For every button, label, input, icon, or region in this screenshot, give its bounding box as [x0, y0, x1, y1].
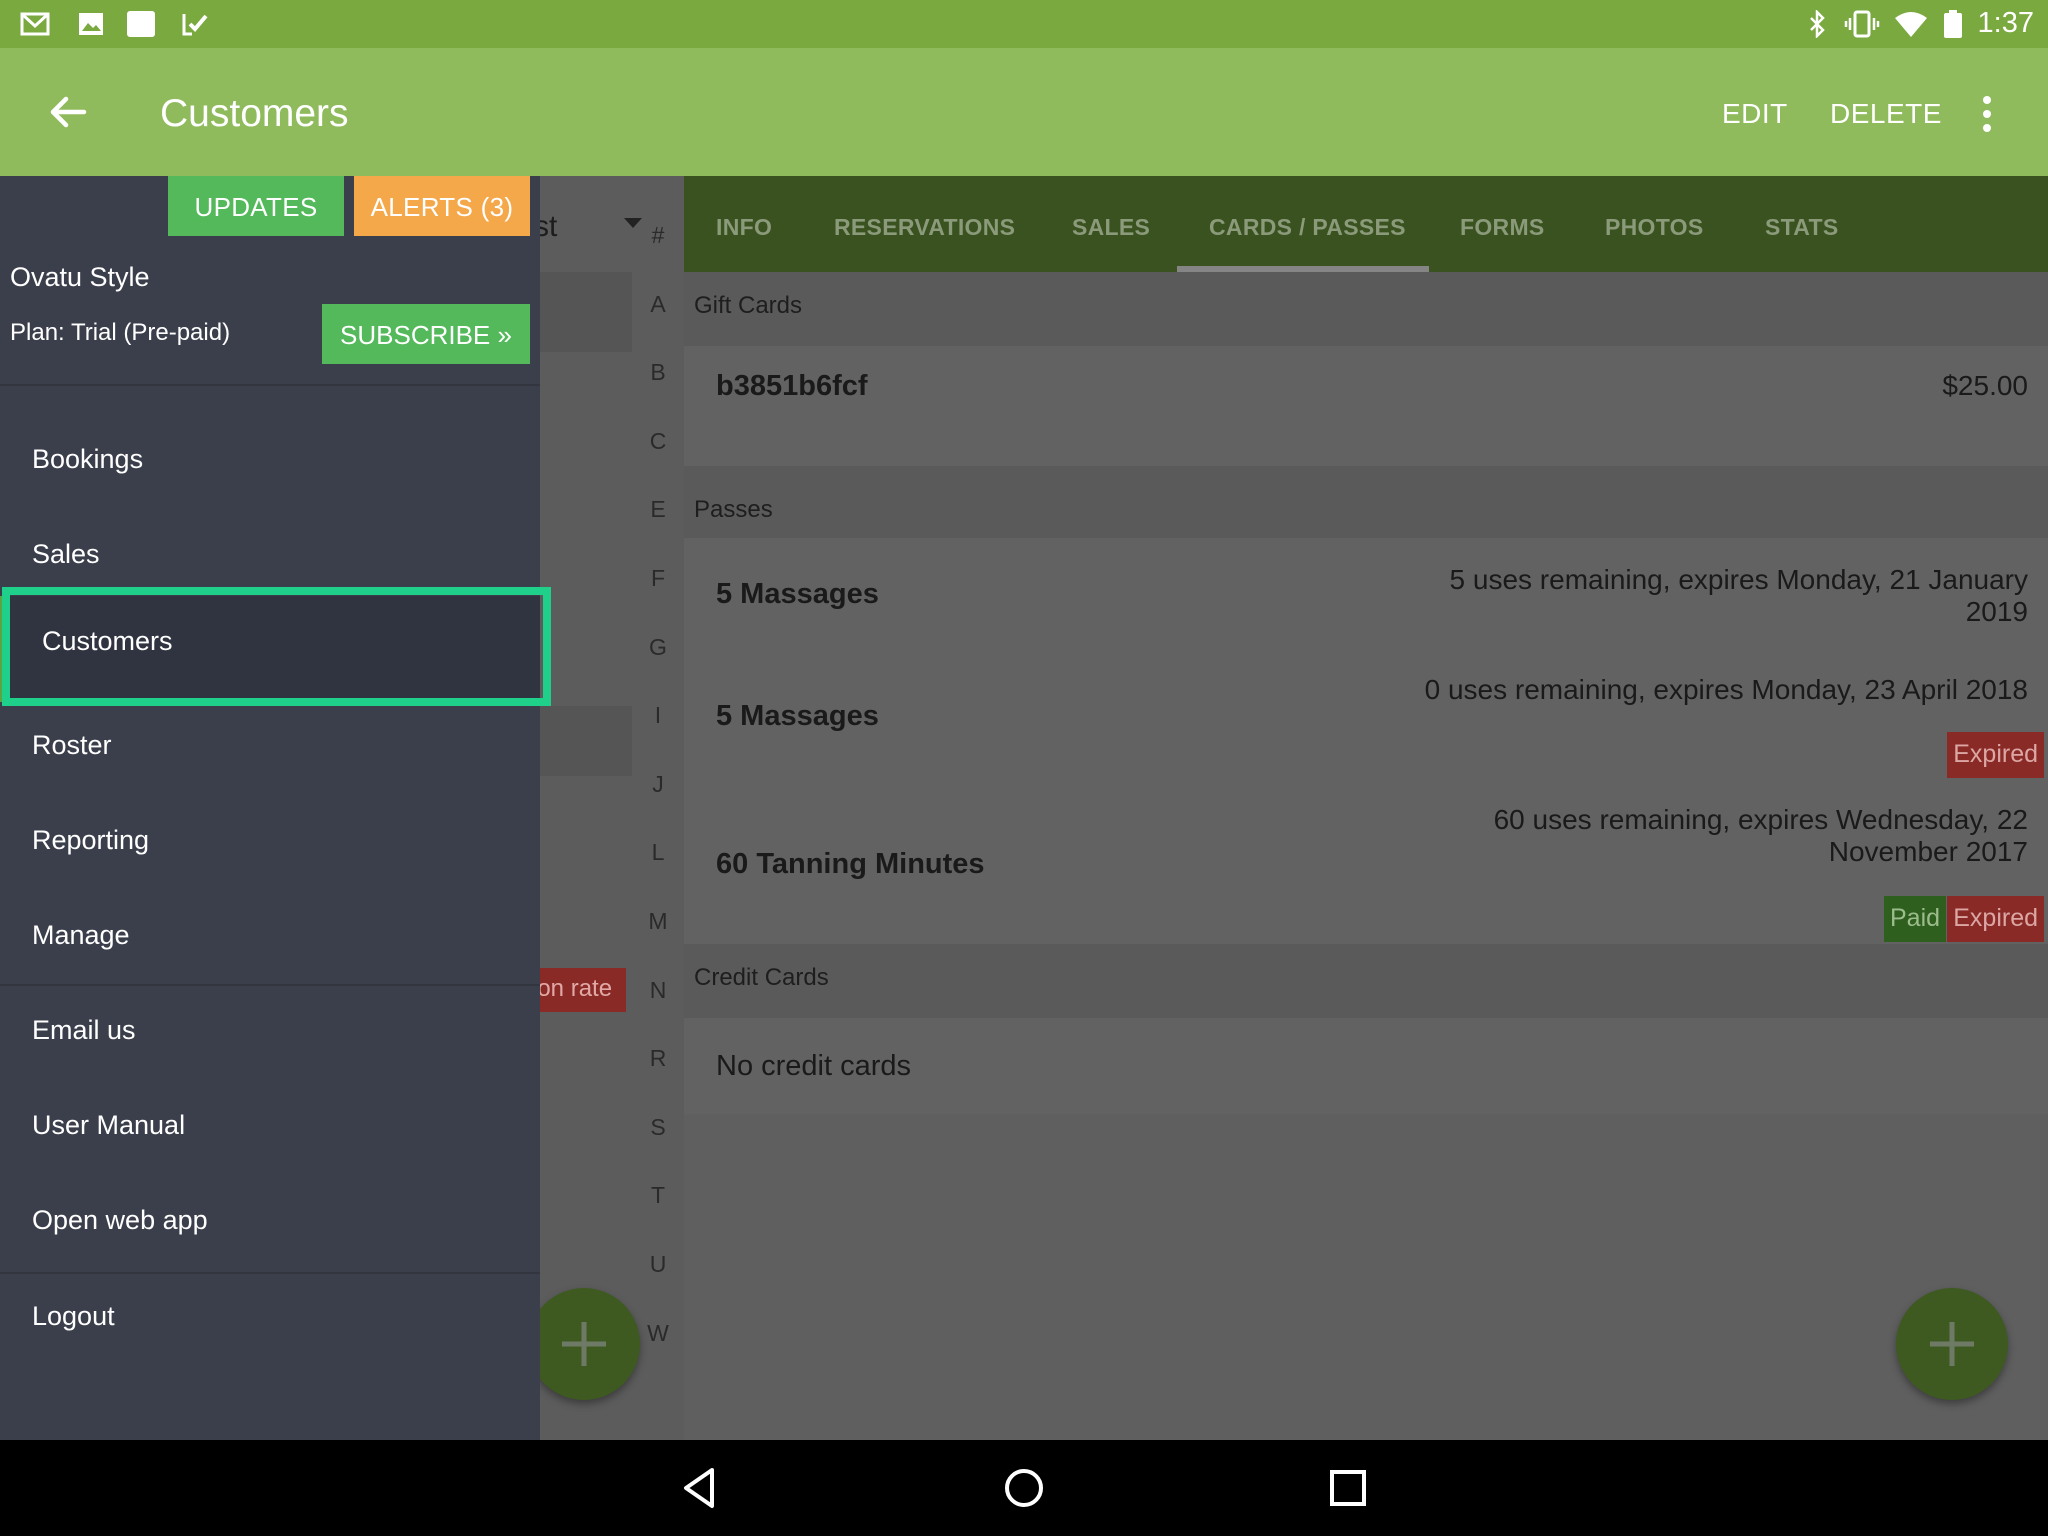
- index-letter[interactable]: S: [632, 1114, 684, 1141]
- system-nav-bar: [0, 1440, 2048, 1536]
- drawer-divider: [0, 984, 540, 986]
- drawer-item-email-us[interactable]: Email us: [0, 1001, 540, 1071]
- index-letter[interactable]: F: [632, 565, 684, 592]
- drawer-item-sales[interactable]: Sales: [0, 525, 540, 595]
- index-letter[interactable]: G: [632, 634, 684, 661]
- drawer-item-logout[interactable]: Logout: [0, 1287, 540, 1357]
- drawer-item-reporting[interactable]: Reporting: [0, 811, 540, 881]
- pass-name[interactable]: 5 Massages: [716, 700, 879, 733]
- index-letter[interactable]: L: [632, 839, 684, 866]
- nav-recents-icon[interactable]: [1324, 1464, 1372, 1512]
- page-title: Customers: [160, 92, 349, 135]
- index-letter[interactable]: N: [632, 977, 684, 1004]
- highlight-box: [2, 587, 551, 706]
- plan-label: Plan: Trial (Pre-paid): [10, 319, 231, 346]
- gmail-icon: [20, 12, 50, 36]
- gift-card-code: b3851b6fcf: [716, 370, 868, 402]
- tab-stats[interactable]: STATS: [1765, 214, 1838, 241]
- tab-reservations[interactable]: RESERVATIONS: [834, 214, 1015, 241]
- tasks-check-icon: [182, 14, 208, 36]
- index-letter[interactable]: A: [632, 291, 684, 318]
- index-letter[interactable]: B: [632, 359, 684, 386]
- alerts-button[interactable]: ALERTS (3): [354, 176, 530, 236]
- paid-badge: Paid: [1884, 896, 1947, 942]
- square-app-icon: [127, 11, 155, 37]
- index-letter[interactable]: R: [632, 1045, 684, 1072]
- expired-badge: Expired: [1947, 896, 2044, 942]
- expired-badge: Expired: [1947, 732, 2044, 778]
- overflow-menu-icon[interactable]: [1972, 92, 2002, 136]
- alphabet-index-rail[interactable]: # A B C E F G I J L M N R S T U W: [632, 222, 684, 1440]
- tab-sales[interactable]: SALES: [1072, 214, 1150, 241]
- navigation-drawer: UPDATES ALERTS (3) Ovatu Style Plan: Tri…: [0, 176, 540, 1440]
- index-letter[interactable]: M: [632, 908, 684, 935]
- gift-card-amount: $25.00: [1942, 370, 2028, 401]
- battery-icon: [1944, 10, 1962, 38]
- photos-icon: [79, 13, 103, 35]
- index-letter[interactable]: U: [632, 1251, 684, 1278]
- tab-info[interactable]: INFO: [716, 214, 772, 241]
- tab-forms[interactable]: FORMS: [1460, 214, 1545, 241]
- pass-detail: 0 uses remaining, expires Monday, 23 Apr…: [1424, 674, 2028, 705]
- drawer-divider: [0, 1272, 540, 1274]
- drawer-item-roster[interactable]: Roster: [0, 716, 540, 786]
- drawer-item-bookings[interactable]: Bookings: [0, 430, 540, 500]
- wifi-icon: [1895, 12, 1927, 37]
- vibrate-icon: [1844, 10, 1880, 38]
- passes-list: 5 Massages 5 uses remaining, expires Mon…: [684, 538, 2048, 944]
- tab-photos[interactable]: PHOTOS: [1605, 214, 1704, 241]
- delete-button[interactable]: DELETE: [1830, 98, 1942, 130]
- gift-card-row[interactable]: b3851b6fcf $25.00: [684, 346, 2048, 466]
- index-letter[interactable]: E: [632, 496, 684, 523]
- status-bar: 1:37: [0, 0, 2048, 48]
- rate-badge: ion rate: [540, 968, 626, 1012]
- pass-name[interactable]: 60 Tanning Minutes: [716, 848, 985, 881]
- edit-button[interactable]: EDIT: [1722, 98, 1788, 130]
- tab-cards-passes[interactable]: CARDS / PASSES: [1209, 214, 1406, 241]
- section-header-credit-cards: Credit Cards: [684, 944, 2048, 1018]
- add-customer-button[interactable]: [528, 1288, 640, 1400]
- list-row[interactable]: [540, 706, 632, 776]
- add-card-button[interactable]: [1896, 1288, 2008, 1400]
- subscribe-button[interactable]: SUBSCRIBE »: [322, 304, 530, 364]
- no-credit-cards-text: No credit cards: [716, 1050, 912, 1082]
- plus-icon: [562, 1322, 606, 1366]
- index-letter[interactable]: I: [632, 702, 684, 729]
- index-letter[interactable]: #: [632, 222, 684, 249]
- index-letter[interactable]: C: [632, 428, 684, 455]
- drawer-item-open-web-app[interactable]: Open web app: [0, 1191, 540, 1261]
- status-time: 1:37: [1977, 7, 2034, 39]
- nav-home-icon[interactable]: [1000, 1464, 1048, 1512]
- plus-icon: [1930, 1322, 1974, 1366]
- tab-bar: INFO RESERVATIONS SALES CARDS / PASSES F…: [684, 176, 2048, 272]
- section-header-gift-cards: Gift Cards: [684, 272, 2048, 346]
- index-letter[interactable]: J: [632, 771, 684, 798]
- list-row[interactable]: [540, 272, 632, 352]
- back-arrow-icon[interactable]: [40, 84, 100, 140]
- business-name: Ovatu Style: [10, 262, 150, 292]
- credit-cards-empty: No credit cards: [684, 1018, 2048, 1114]
- section-header-passes: Passes: [684, 466, 2048, 538]
- updates-button[interactable]: UPDATES: [168, 176, 344, 236]
- pass-detail: 60 uses remaining, expires Wednesday, 22…: [1493, 804, 2028, 867]
- pass-detail: 5 uses remaining, expires Monday, 21 Jan…: [1449, 564, 2028, 627]
- app-bar: Customers EDIT DELETE: [0, 48, 2048, 176]
- index-letter[interactable]: T: [632, 1182, 684, 1209]
- nav-back-icon[interactable]: [676, 1464, 724, 1512]
- pass-name[interactable]: 5 Massages: [716, 578, 879, 611]
- drawer-item-manage[interactable]: Manage: [0, 906, 540, 976]
- drawer-item-user-manual[interactable]: User Manual: [0, 1096, 540, 1166]
- drawer-divider: [0, 384, 540, 386]
- bluetooth-icon: [1810, 10, 1825, 38]
